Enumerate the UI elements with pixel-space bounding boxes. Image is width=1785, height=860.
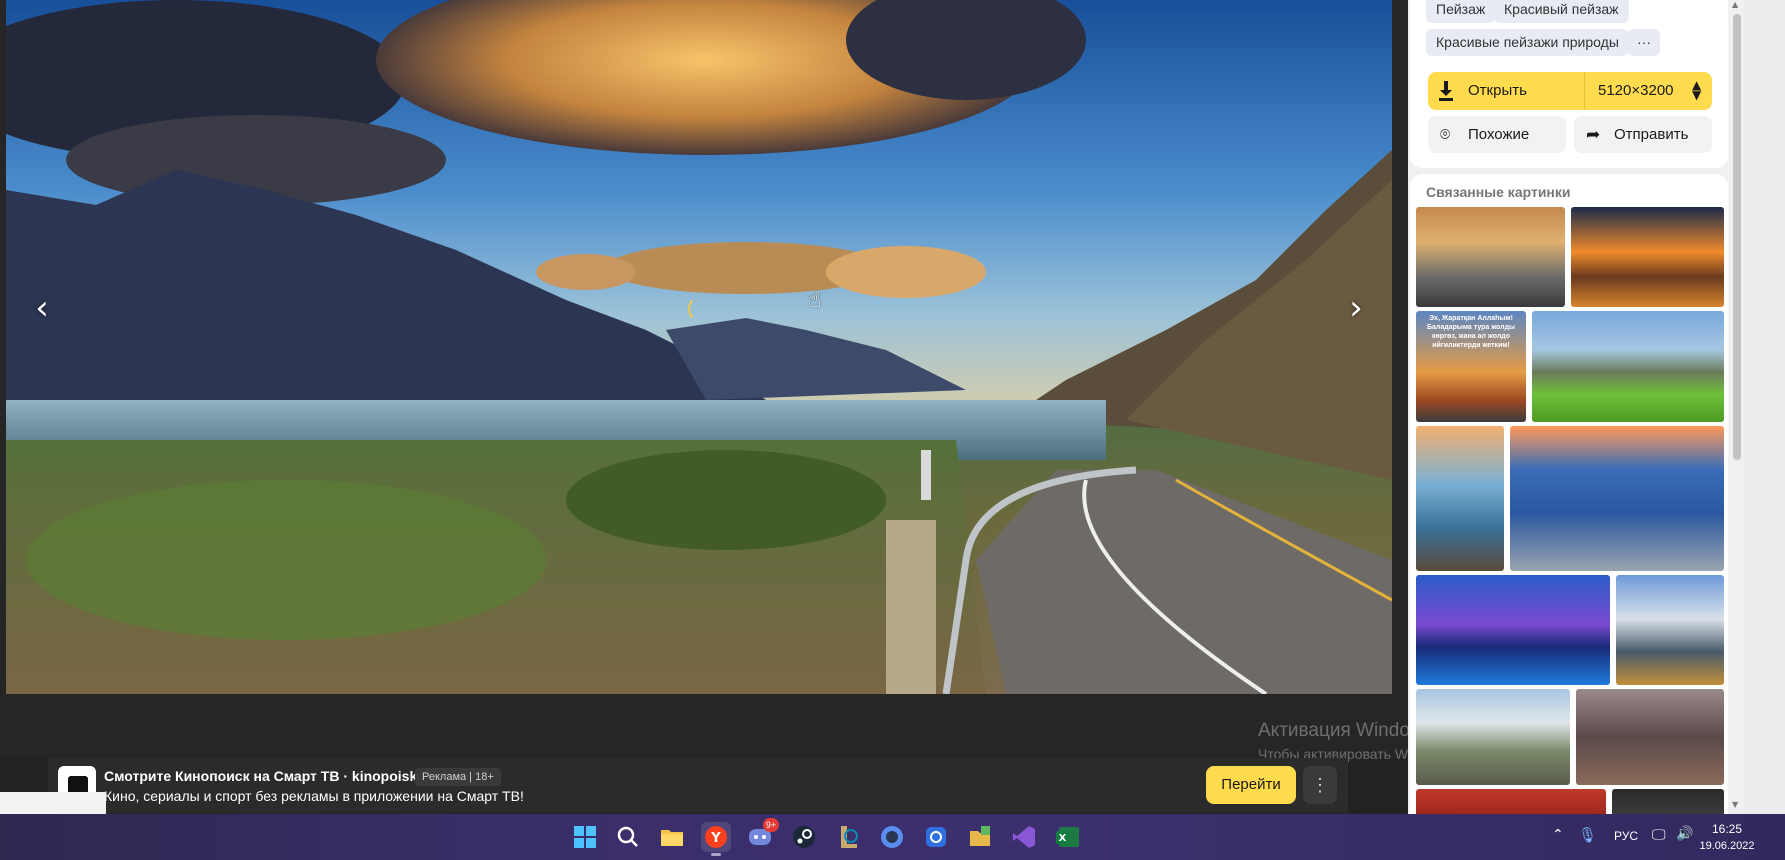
ad-menu-button[interactable]: ⋮ [1303,766,1337,804]
page-right-edge [1744,0,1785,814]
active-app-indicator [711,853,721,856]
image-search-icon: ⌾ [1440,125,1451,145]
related-thumb-8[interactable] [1616,575,1724,685]
ad-description: Кино, сериалы и спорт без рекламы в прил… [104,788,524,804]
scroll-up-icon[interactable]: ▲ [1732,0,1738,9]
image-sidebar: Пейзаж Красивый пейзаж Красивые пейзажи … [1408,0,1785,814]
related-thumb-7[interactable] [1416,575,1610,685]
size-select[interactable]: 5120×3200 [1598,82,1674,99]
discord-icon[interactable]: 9+ [745,818,779,852]
related-thumb-1[interactable] [1416,207,1565,307]
open-label: Открыть [1468,82,1527,99]
scrollbar-thumb[interactable] [1733,14,1741,460]
similar-images-button[interactable]: ⌾ Похожие [1428,116,1566,153]
hand-cursor-icon: ☝ [808,288,822,313]
app-icon[interactable] [921,822,951,852]
clock-time[interactable]: 16:25 [1700,822,1754,836]
files-icon[interactable] [965,822,995,852]
tag-landscape[interactable]: Пейзаж [1426,0,1496,23]
landscape-photo [6,0,1392,694]
ad-title[interactable]: Смотрите Кинопоиск на Смарт ТВ · kinopoi… [104,768,435,784]
image-viewer: ‹ › ☝ [0,0,1408,758]
ad-badge: Реклама | 18+ [415,768,501,786]
start-icon[interactable] [570,822,600,852]
more-tags-button[interactable]: ··· [1628,29,1660,56]
tag-beautiful-nature-landscapes[interactable]: Красивые пейзажи природы [1426,29,1629,56]
steam-icon[interactable] [789,822,819,852]
network-icon[interactable]: 🖵 [1652,827,1666,860]
download-icon [1439,81,1453,101]
share-button[interactable]: ➦ Отправить [1574,116,1712,153]
ad-banner[interactable]: Смотрите Кинопоиск на Смарт ТВ · kinopoi… [48,758,1348,813]
yandex-browser-icon[interactable]: Y [701,822,731,856]
main-image[interactable] [6,0,1392,694]
visual-studio-icon[interactable] [1009,822,1039,852]
clock-date[interactable]: 19.06.2022 [1697,840,1757,852]
size-select-arrows-icon[interactable]: ▲ ▼ [1692,79,1701,101]
related-thumb-6[interactable] [1510,426,1724,571]
loading-spinner [688,296,714,322]
related-thumb-2[interactable] [1571,207,1724,307]
related-thumb-11[interactable] [1416,789,1606,814]
windows-taskbar: Y 9+ X ⌃ 🎙 РУС 🖵 🔊 16:25 19.06.2022 [0,814,1785,860]
league-icon[interactable] [833,822,863,852]
windows-activation-title: Активация Windows [1258,720,1408,741]
chevron-up-icon[interactable]: ⌃ [1552,827,1564,860]
svg-text:Y: Y [710,831,721,846]
language-indicator[interactable]: РУС [1614,829,1638,843]
volume-icon[interactable]: 🔊 [1676,826,1693,860]
related-thumb-5[interactable] [1416,426,1504,571]
next-image-button[interactable]: › [1336,288,1376,328]
scroll-down-icon[interactable]: ▼ [1732,800,1738,809]
svg-text:X: X [1059,833,1067,844]
obs-icon[interactable] [877,822,907,852]
related-thumb-4[interactable] [1532,311,1724,422]
related-thumb-10[interactable] [1576,689,1724,785]
image-actions-panel: Пейзаж Красивый пейзаж Красивые пейзажи … [1410,0,1728,168]
corner-panel [0,792,106,814]
search-icon[interactable] [613,822,643,852]
open-image-button[interactable]: Открыть 5120×3200 ▲ ▼ [1428,72,1712,110]
ad-go-button[interactable]: Перейти [1206,766,1296,804]
related-thumb-12[interactable] [1612,789,1724,814]
discord-notification-badge: 9+ [763,818,779,832]
related-thumb-3-caption: Эх, Жаратқан Аллаһым! Баладарыма тура жо… [1426,315,1516,349]
microphone-icon[interactable]: 🎙 [1578,826,1597,860]
excel-icon[interactable]: X [1053,822,1083,852]
share-arrow-icon: ➦ [1586,125,1601,145]
previous-image-button[interactable]: ‹ [22,288,62,328]
tag-beautiful-landscape[interactable]: Красивый пейзаж [1494,0,1629,23]
related-images-title: Связанные картинки [1426,184,1571,200]
related-images-panel: Связанные картинки Эх, Жаратқан Аллаһым!… [1410,174,1728,814]
sidebar-scrollbar[interactable]: ▲ ▼ [1730,0,1744,814]
file-explorer-icon[interactable] [657,822,687,852]
share-label: Отправить [1614,126,1689,143]
related-thumb-9[interactable] [1416,689,1570,785]
related-thumb-3[interactable]: Эх, Жаратқан Аллаһым! Баладарыма тура жо… [1416,311,1526,422]
similar-label: Похожие [1468,126,1530,143]
open-divider [1584,72,1585,110]
